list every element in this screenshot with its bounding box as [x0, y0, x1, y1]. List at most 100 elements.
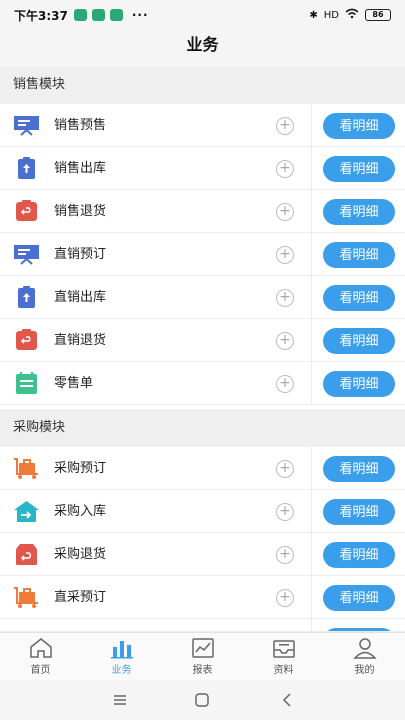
divider — [311, 619, 312, 631]
item-label: 直销预订 — [54, 247, 107, 262]
back-icon[interactable] — [277, 690, 297, 710]
item-label: 直销出库 — [54, 290, 107, 305]
status-time: 下午3:37 — [14, 8, 68, 23]
item-label: 销售出库 — [54, 161, 107, 176]
inbox-icon — [272, 640, 295, 658]
view-details-button[interactable]: 看明细 — [323, 499, 395, 525]
add-icon[interactable]: + — [276, 375, 294, 393]
add-icon[interactable]: + — [276, 160, 294, 178]
divider — [311, 104, 312, 147]
more-notifications-icon: ··· — [131, 8, 149, 22]
item-label: 采购退货 — [54, 547, 107, 562]
tab-label: 我的 — [354, 665, 375, 676]
divider — [311, 576, 312, 619]
divider — [311, 362, 312, 405]
tab-reports[interactable]: 报表 — [162, 633, 243, 680]
warehouse-icon — [14, 501, 39, 522]
add-icon[interactable]: + — [276, 546, 294, 564]
tab-label: 业务 — [111, 665, 132, 676]
item-label: 销售退货 — [54, 204, 107, 219]
add-icon[interactable]: + — [276, 246, 294, 264]
view-details-button[interactable]: 看明细 — [323, 371, 395, 397]
list-item[interactable]: 销售出库 + 看明细 — [0, 147, 405, 190]
presentation-board-icon — [14, 116, 39, 136]
app-notification-icon — [73, 9, 87, 21]
add-icon[interactable]: + — [276, 503, 294, 521]
view-details-button[interactable]: 看明细 — [323, 456, 395, 482]
item-label: 销售预售 — [54, 118, 107, 133]
page-title: 业务 — [0, 30, 405, 66]
battery-indicator: 86 — [365, 9, 391, 21]
tab-label: 资料 — [273, 665, 294, 676]
home-button-icon[interactable] — [192, 690, 212, 710]
clipboard-return-icon — [16, 329, 37, 350]
home-icon — [29, 638, 52, 658]
view-details-button[interactable]: 看明细 — [323, 328, 395, 354]
list-item[interactable]: 采购退货 + 看明细 — [0, 533, 405, 576]
list-item[interactable]: 直采预订 + 看明细 — [0, 576, 405, 619]
view-details-button[interactable]: 看明细 — [323, 285, 395, 311]
luggage-cart-icon — [14, 458, 38, 479]
tab-profile[interactable]: 我的 — [324, 633, 405, 680]
list-item[interactable]: 直销退货 + 看明细 — [0, 319, 405, 362]
add-icon[interactable]: + — [276, 589, 294, 607]
signal-icon: HD — [323, 9, 339, 21]
view-details-button[interactable]: 看明细 — [323, 542, 395, 568]
tab-label: 报表 — [192, 665, 213, 676]
view-details-button[interactable]: 看明细 — [323, 585, 395, 611]
clipboard-upload-icon — [18, 286, 35, 308]
view-details-button[interactable]: 看明细 — [323, 113, 395, 139]
wifi-icon — [345, 8, 359, 22]
bluetooth-icon: ✱ — [309, 9, 318, 21]
item-label: 零售单 — [54, 376, 94, 391]
tab-business[interactable]: 业务 — [81, 633, 162, 680]
view-details-button[interactable]: 看明细 — [323, 156, 395, 182]
line-chart-icon — [191, 638, 214, 658]
item-label: 采购预订 — [54, 461, 107, 476]
app-notification-icon — [91, 9, 105, 21]
divider — [311, 147, 312, 190]
list-item[interactable]: 直销出库 + 看明细 — [0, 276, 405, 319]
presentation-board-icon — [14, 245, 39, 265]
divider — [311, 533, 312, 576]
calendar-list-icon — [16, 372, 37, 394]
bar-chart-icon — [110, 641, 133, 659]
app-notification-icon — [109, 9, 123, 21]
divider — [311, 447, 312, 490]
section-header-purchase: 采购模块 — [0, 409, 405, 447]
box-return-icon — [16, 544, 37, 565]
list-item — [0, 619, 405, 632]
divider — [311, 233, 312, 276]
clipboard-return-icon — [16, 200, 37, 221]
list-item[interactable]: 直销预订 + 看明细 — [0, 233, 405, 276]
list-item[interactable]: 采购预订 + 看明细 — [0, 447, 405, 490]
add-icon[interactable]: + — [276, 289, 294, 307]
add-icon[interactable]: + — [276, 203, 294, 221]
section-header-sales: 销售模块 — [0, 66, 405, 104]
tab-data[interactable]: 资料 — [243, 633, 324, 680]
luggage-cart-icon — [14, 587, 38, 608]
add-icon[interactable]: + — [276, 117, 294, 135]
list-item[interactable]: 销售预售 + 看明细 — [0, 104, 405, 147]
list-item[interactable]: 采购入库 + 看明细 — [0, 490, 405, 533]
list-item[interactable]: 零售单 + 看明细 — [0, 362, 405, 405]
clipboard-upload-icon — [18, 157, 35, 179]
status-bar: 下午3:37 ··· ✱ HD 86 — [0, 0, 405, 30]
list-item[interactable]: 销售退货 + 看明细 — [0, 190, 405, 233]
add-icon[interactable]: + — [276, 460, 294, 478]
divider — [311, 490, 312, 533]
divider — [311, 190, 312, 233]
tab-home[interactable]: 首页 — [0, 633, 81, 680]
bottom-tab-bar: 首页 业务 报表 资料 我的 — [0, 632, 405, 680]
system-nav-bar — [0, 680, 405, 720]
view-details-button[interactable]: 看明细 — [323, 242, 395, 268]
divider — [311, 276, 312, 319]
menu-icon[interactable] — [110, 690, 130, 710]
view-details-button[interactable]: 看明细 — [323, 199, 395, 225]
user-icon — [352, 638, 377, 659]
divider — [311, 319, 312, 362]
add-icon[interactable]: + — [276, 332, 294, 350]
tab-label: 首页 — [30, 665, 51, 676]
item-label: 直采预订 — [54, 590, 107, 605]
item-label: 采购入库 — [54, 504, 107, 519]
